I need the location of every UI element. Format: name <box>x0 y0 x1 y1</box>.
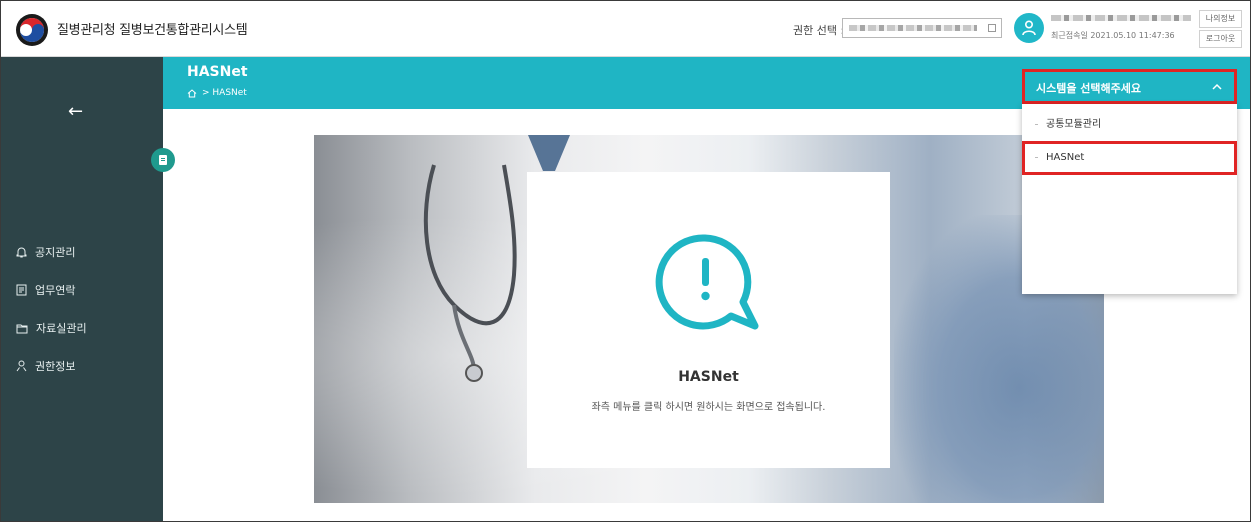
government-logo-icon[interactable] <box>15 13 49 47</box>
sidebar-item-business-contact[interactable]: 업무연락 <box>1 271 163 309</box>
last-login-text: 최근접속일 2021.05.10 11:47:36 <box>1051 31 1175 40</box>
role-select-label: 권한 선택 : <box>793 24 845 37</box>
system-dropdown-list: 공통모듈관리 HASNet <box>1022 104 1237 294</box>
sidebar: ← 공지관리 업무연락 자료실관리 권한정보 <box>1 57 163 521</box>
system-select-dropdown[interactable]: 시스템을 선택해주세요 <box>1022 69 1237 104</box>
sidebar-item-label: 공지관리 <box>35 246 76 259</box>
dropdown-option-common-module[interactable]: 공통모듈관리 <box>1022 108 1237 142</box>
logout-button[interactable]: 로그아웃 <box>1199 30 1242 48</box>
sidebar-toggle-button[interactable] <box>151 148 175 172</box>
breadcrumb: > HASNet <box>187 88 247 98</box>
back-arrow-icon[interactable]: ← <box>68 101 83 122</box>
sidebar-item-label: 권한정보 <box>35 360 76 373</box>
role-select[interactable] <box>842 18 1002 38</box>
app-title[interactable]: 질병관리청 질병보건통합관리시스템 <box>57 19 248 38</box>
avatar[interactable] <box>1014 13 1044 43</box>
my-info-button[interactable]: 나의정보 <box>1199 10 1242 28</box>
user-name-redacted <box>1051 15 1191 21</box>
sidebar-item-archive[interactable]: 자료실관리 <box>1 309 163 347</box>
sidebar-item-label: 자료실관리 <box>36 322 87 335</box>
menu-list-icon <box>159 155 167 165</box>
dropdown-option-hasnet[interactable]: HASNet <box>1022 141 1237 175</box>
sidebar-item-permission[interactable]: 권한정보 <box>1 347 163 385</box>
user-icon <box>1022 20 1036 36</box>
sidebar-item-notice[interactable]: 공지관리 <box>1 233 163 271</box>
sidebar-menu: 공지관리 업무연락 자료실관리 권한정보 <box>1 233 163 385</box>
sidebar-item-label: 업무연락 <box>35 284 76 297</box>
home-icon[interactable] <box>187 88 197 98</box>
system-select-placeholder: 시스템을 선택해주세요 <box>1036 82 1142 95</box>
person-icon <box>16 360 27 372</box>
card-title: HASNet <box>678 369 739 385</box>
card-description: 좌측 메뉴를 클릭 하시면 원하시는 화면으로 접속됩니다. <box>591 402 826 413</box>
bell-icon <box>16 247 27 258</box>
alert-speech-bubble-icon <box>655 234 759 330</box>
top-header: 질병관리청 질병보건통합관리시스템 권한 선택 : 최근접속일 2021.05.… <box>1 1 1250 57</box>
stethoscope-image <box>423 164 517 382</box>
document-icon <box>16 284 27 296</box>
breadcrumb-current[interactable]: > HASNet <box>202 88 247 98</box>
chevron-down-icon <box>988 24 996 32</box>
app-window: 질병관리청 질병보건통합관리시스템 권한 선택 : 최근접속일 2021.05.… <box>0 0 1251 522</box>
folder-icon <box>16 324 28 333</box>
info-card: HASNet 좌측 메뉴를 클릭 하시면 원하시는 화면으로 접속됩니다. <box>527 172 890 468</box>
chevron-up-icon <box>1212 83 1222 90</box>
role-select-value-redacted <box>849 25 977 31</box>
page-title: HASNet <box>187 64 248 80</box>
